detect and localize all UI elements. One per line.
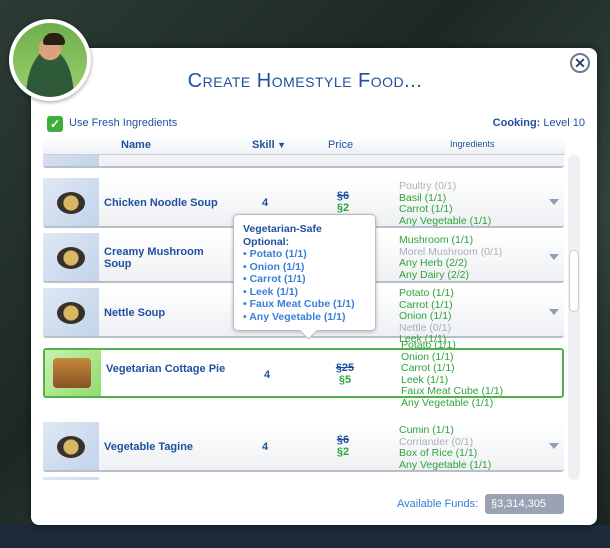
dialog-title: Create Homestyle Food... bbox=[187, 70, 423, 92]
ingredient-list: Mushroom (1/1) Morel Mushroom (0/1) Any He… bbox=[399, 234, 502, 281]
column-skill-label: Skill bbox=[252, 139, 275, 151]
recipe-name: Chicken Noodle Soup bbox=[104, 197, 218, 209]
tooltip-item: • Onion (1/1) bbox=[243, 260, 305, 273]
recipe-name: Vegetable Tagine bbox=[104, 441, 194, 453]
cooking-skill-level: Cooking: Level 10 bbox=[493, 117, 585, 129]
ingredient-list: Cumin (1/1) Corriander (0/1) Box of Rice (… bbox=[399, 424, 492, 471]
column-ingredients[interactable]: Ingredients bbox=[450, 139, 495, 149]
ingredient-list: Poultry (0/1) Basil (1/1) Carrot (1/1) Any … bbox=[399, 180, 492, 227]
checkbox-checked-icon[interactable]: ✓ bbox=[47, 116, 63, 132]
ingredient-item: Cumin (1/1) bbox=[399, 424, 454, 436]
tooltip-title: Vegetarian-Safe bbox=[243, 223, 322, 235]
column-skill[interactable]: Skill ▼ bbox=[252, 139, 286, 151]
ingredient-item: Any Vegetable (1/1) bbox=[401, 396, 494, 409]
recipe-skill: 4 bbox=[262, 441, 269, 453]
ingredient-item: Any Vegetable (1/1) bbox=[399, 458, 492, 471]
available-funds-label: Available Funds: bbox=[397, 498, 479, 510]
expand-dropdown-icon[interactable] bbox=[549, 309, 559, 315]
original-price: §25 bbox=[335, 362, 355, 374]
recipe-name: Creamy Mushroom Soup bbox=[104, 246, 204, 270]
recipe-image bbox=[45, 350, 101, 396]
expand-dropdown-icon[interactable] bbox=[549, 254, 559, 260]
sim-avatar bbox=[9, 19, 91, 101]
recipe-skill: 4 bbox=[264, 369, 271, 381]
ingredient-list: Potato (1/1) Carrot (1/1) Onion (1/1) Nettl… bbox=[399, 287, 454, 346]
scrollbar-thumb[interactable] bbox=[569, 250, 579, 312]
tooltip-item: • Any Vegetable (1/1) bbox=[243, 310, 346, 323]
recipe-row[interactable]: §5 Faux Meat Cube (1/1)Any Vegan Alterni… bbox=[43, 155, 564, 168]
tooltip-item: • Faux Meat Cube (1/1) bbox=[243, 298, 355, 310]
original-price: §6 bbox=[336, 190, 350, 202]
recipe-image bbox=[43, 477, 99, 480]
recipe-price: §25 §5 bbox=[333, 362, 357, 386]
ingredient-item: Faux Meat Cube (1/1) bbox=[401, 385, 504, 397]
recipe-image bbox=[43, 178, 99, 226]
column-name[interactable]: Name bbox=[121, 139, 151, 151]
expand-dropdown-icon[interactable] bbox=[549, 443, 559, 449]
ingredient-item: Potato (1/1) bbox=[399, 287, 454, 299]
ingredient-tooltip: Vegetarian-Safe Optional: • Potato (1/1)… bbox=[233, 214, 376, 331]
cooking-level: Level 10 bbox=[543, 117, 585, 129]
sort-down-icon: ▼ bbox=[274, 140, 287, 150]
cooking-label: Cooking: bbox=[492, 117, 541, 129]
ingredient-item: Mushroom (1/1) bbox=[399, 234, 474, 246]
ingredient-item: Carrot (1/1) bbox=[399, 203, 453, 215]
recipe-price: §6 §2 bbox=[331, 434, 355, 458]
recipe-image bbox=[43, 233, 99, 281]
recipe-name: Nettle Soup bbox=[104, 307, 166, 319]
use-fresh-ingredients-label[interactable]: Use Fresh Ingredients bbox=[69, 117, 177, 129]
recipe-image bbox=[43, 288, 99, 336]
discounted-price: §2 bbox=[336, 446, 350, 458]
recipe-price: §6 §2 bbox=[331, 190, 355, 214]
table-header: Name Skill ▼ Price Ingredients bbox=[43, 137, 565, 155]
recipe-image bbox=[43, 422, 99, 470]
ingredient-item: Onion (1/1) bbox=[399, 310, 452, 322]
tooltip-item: • Potato (1/1) bbox=[243, 248, 307, 260]
recipe-name: Vegetarian Cottage Pie bbox=[106, 363, 226, 375]
ingredient-item: Any Herb (2/2) bbox=[399, 257, 468, 269]
close-icon[interactable]: ✕ bbox=[570, 53, 590, 73]
discounted-price: §5 bbox=[338, 374, 352, 386]
expand-dropdown-icon[interactable] bbox=[549, 199, 559, 205]
scrollbar[interactable] bbox=[568, 155, 580, 480]
ingredient-item: Poultry (0/1) bbox=[399, 180, 457, 192]
ingredient-item: Carrot (1/1) bbox=[401, 362, 455, 374]
recipe-row[interactable]: Vegetable Tagine 4 §6 §2 Cumin (1/1) Corri… bbox=[43, 422, 564, 472]
ingredient-item: Potato (1/1) bbox=[401, 339, 456, 351]
recipe-image bbox=[43, 155, 99, 166]
ingredient-item: Box of Rice (1/1) bbox=[399, 447, 478, 459]
discounted-price: §2 bbox=[336, 202, 350, 214]
original-price: §6 bbox=[336, 434, 350, 446]
recipe-skill: 4 bbox=[262, 197, 269, 209]
tooltip-subtitle: Optional: bbox=[243, 235, 290, 248]
recipe-row-partial[interactable] bbox=[43, 477, 564, 480]
recipe-row[interactable]: Vegetarian Cottage Pie 4 §25 §5 Potato (1… bbox=[43, 339, 564, 408]
ingredient-item: Any Dairy (2/2) bbox=[399, 268, 470, 281]
ingredient-item: Any Vegetable (1/1) bbox=[399, 214, 492, 227]
column-price[interactable]: Price bbox=[328, 139, 353, 151]
background-strip bbox=[0, 525, 610, 548]
tooltip-item: • Carrot (1/1) bbox=[243, 273, 306, 285]
ingredient-list: Potato (1/1) Onion (1/1) Carrot (1/1) Leek … bbox=[401, 339, 504, 409]
tooltip-item: • Leek (1/1) bbox=[243, 285, 299, 298]
available-funds-value: §3,314,305 bbox=[485, 494, 564, 514]
